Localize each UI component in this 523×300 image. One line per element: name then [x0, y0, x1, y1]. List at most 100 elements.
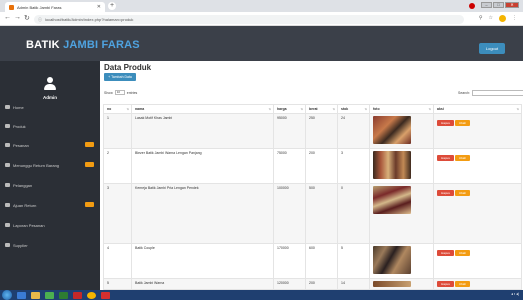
show-entries: Show 10 entries: [104, 90, 137, 95]
cell-foto: [369, 113, 434, 149]
media-icon[interactable]: [45, 291, 54, 299]
delete-button[interactable]: Hapus: [437, 155, 454, 161]
cell-aksi: Hapus Ubah: [433, 148, 522, 184]
column-header-foto[interactable]: foto ⇅: [369, 104, 434, 114]
browser-tab[interactable]: Admin Batik Jambi Faras ✕: [5, 2, 105, 12]
cell-harga: 100000: [273, 183, 306, 244]
sidebar-item-supplier[interactable]: Supplier: [0, 239, 100, 251]
notification-badge: [85, 162, 94, 167]
product-photo: [373, 281, 411, 287]
sidebar-item-label: Menunggu Return Barang: [13, 162, 60, 168]
window-close-button[interactable]: ✕: [505, 2, 519, 8]
column-header-no[interactable]: no ⇅: [103, 104, 132, 114]
sort-icon[interactable]: ⇅: [364, 107, 367, 111]
reload-icon[interactable]: ↻: [24, 14, 30, 22]
favicon-icon: [9, 4, 14, 10]
close-tab-icon[interactable]: ✕: [97, 4, 101, 10]
pdf-icon[interactable]: [101, 291, 110, 299]
back-arrow-icon[interactable]: ←: [4, 14, 11, 21]
edit-button[interactable]: Ubah: [455, 155, 470, 161]
sidebar-item-produk[interactable]: Produk: [0, 120, 100, 132]
sidebar-item-menunggu-return-barang[interactable]: Menunggu Return Barang: [0, 159, 100, 171]
sidebar-item-pesanan[interactable]: Pesanan: [0, 139, 100, 151]
column-header-label: harga: [277, 107, 287, 111]
table-row: 4 Batik Couple 170000 600 5 Hapus Ubah: [103, 243, 522, 279]
chrome-icon[interactable]: [87, 291, 96, 299]
folder-icon[interactable]: [31, 291, 40, 299]
delete-button[interactable]: Hapus: [437, 250, 454, 256]
user-label: Admin: [43, 95, 57, 100]
sort-icon[interactable]: ⇅: [428, 107, 431, 111]
profile-icon[interactable]: [469, 3, 475, 9]
product-photo: [373, 186, 411, 214]
add-data-button[interactable]: + Tambah Data: [104, 73, 136, 81]
excel-icon[interactable]: [59, 291, 68, 299]
minimize-button[interactable]: –: [481, 2, 492, 8]
sidebar-item-pelanggan[interactable]: Pelanggan: [0, 179, 100, 191]
sidebar-item-ajuan-return[interactable]: Ajuan Return: [0, 199, 100, 211]
cell-no: 4: [103, 243, 132, 279]
table-row: 5 Batik Jambi Warna 120000 200 14 Hapus Ubah: [103, 278, 522, 290]
sort-icon[interactable]: ⇅: [332, 107, 335, 111]
edit-button[interactable]: Ubah: [455, 190, 470, 196]
maximize-button[interactable]: □: [493, 2, 504, 8]
column-header-label: berat: [309, 107, 318, 111]
page-title: Data Produk: [104, 63, 152, 72]
cell-stok: 5: [337, 243, 370, 279]
cell-berat: 500: [305, 183, 338, 244]
new-tab-button[interactable]: +: [108, 2, 116, 10]
home-icon: [5, 105, 10, 109]
edit-button[interactable]: Ubah: [455, 250, 470, 256]
sort-icon[interactable]: ⇅: [268, 107, 271, 111]
delete-button[interactable]: Hapus: [437, 281, 454, 287]
brand-logo[interactable]: BATIK JAMBI FARAS: [26, 39, 140, 51]
sort-icon[interactable]: ⇅: [126, 107, 129, 111]
address-url: localhost/batik/Admin/index.php?halaman=…: [45, 17, 134, 22]
edit-button[interactable]: Ubah: [455, 120, 470, 126]
logout-button[interactable]: Logout: [479, 43, 505, 54]
cart-icon: [5, 143, 10, 147]
search-input[interactable]: [472, 90, 523, 96]
app-icon[interactable]: [73, 291, 82, 299]
toolbar-icons: ⚲ ☆ ⋮: [479, 15, 517, 22]
cell-nama: Lasak Motif Khas Jambi: [131, 113, 274, 149]
cell-nama: Batik Couple: [131, 243, 274, 279]
cell-no: 2: [103, 148, 132, 184]
sidebar-item-home[interactable]: Home: [0, 101, 100, 113]
sidebar-item-label: Pelanggan: [13, 182, 33, 188]
column-header-berat[interactable]: berat ⇅: [305, 104, 338, 114]
sidebar-item-label: Laporan Pesanan: [13, 222, 45, 228]
menu-dots-icon[interactable]: ⋮: [512, 15, 517, 22]
start-button[interactable]: [2, 290, 12, 300]
sidebar-item-laporan-pesanan[interactable]: Laporan Pesanan: [0, 219, 100, 231]
cell-berat: 200: [305, 278, 338, 290]
sort-icon[interactable]: ⇅: [516, 107, 519, 111]
column-header-harga[interactable]: harga ⇅: [273, 104, 306, 114]
sort-icon[interactable]: ⇅: [300, 107, 303, 111]
zoom-icon[interactable]: ⚲: [479, 15, 483, 22]
ie-icon[interactable]: [17, 291, 26, 299]
forward-arrow-icon[interactable]: →: [14, 14, 21, 21]
browser-tab-strip: Admin Batik Jambi Faras ✕ + – □ ✕: [0, 0, 523, 12]
info-icon: ⓘ: [38, 16, 42, 22]
table-row: 2 Blezer Batik Jambi Warna Lengan Panjang…: [103, 148, 522, 184]
account-avatar[interactable]: [499, 15, 506, 22]
browser-tab-title: Admin Batik Jambi Faras: [17, 4, 62, 10]
cell-aksi: Hapus Ubah: [433, 243, 522, 279]
delete-button[interactable]: Hapus: [437, 190, 454, 196]
entries-select[interactable]: 10: [114, 90, 125, 95]
cell-foto: [369, 243, 434, 279]
edit-button[interactable]: Ubah: [455, 281, 470, 287]
system-tray[interactable]: ◂ ▪ ◂): [511, 292, 519, 296]
column-header-aksi[interactable]: aksi ⇅: [433, 104, 522, 114]
user-icon: [44, 77, 56, 91]
notification-badge: [85, 202, 94, 207]
entries-label: entries: [126, 90, 138, 95]
sidebar-item-label: Supplier: [13, 242, 28, 248]
column-header-stok[interactable]: stok ⇅: [337, 104, 370, 114]
delete-button[interactable]: Hapus: [437, 120, 454, 126]
cell-berat: 200: [305, 148, 338, 184]
star-icon[interactable]: ☆: [489, 15, 493, 22]
address-bar[interactable]: ⓘ localhost/batik/Admin/index.php?halama…: [34, 15, 464, 24]
column-header-nama[interactable]: nama ⇅: [131, 104, 274, 114]
